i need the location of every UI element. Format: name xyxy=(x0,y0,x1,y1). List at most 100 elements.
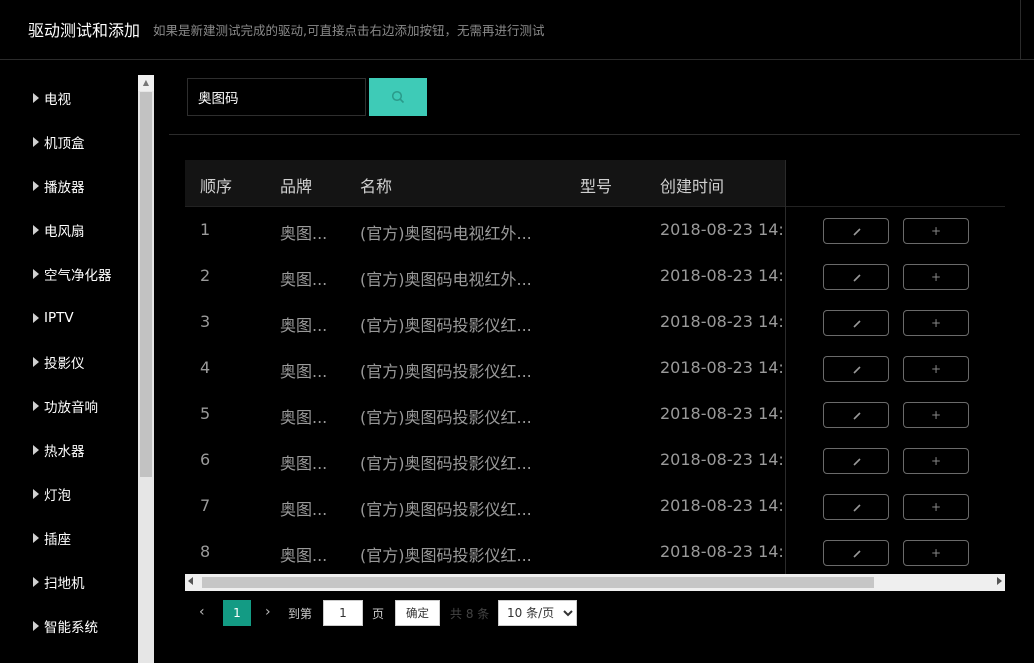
sidebar-item-label: 灯泡 xyxy=(44,488,71,504)
cell-brand: 奥图... xyxy=(280,270,328,289)
search-icon xyxy=(391,90,405,104)
sidebar-item-label: 投影仪 xyxy=(44,356,85,372)
caret-right-icon xyxy=(33,93,39,103)
search-button[interactable] xyxy=(369,78,427,116)
total-count: 共 8 条 xyxy=(450,607,490,621)
add-button[interactable]: + xyxy=(903,402,969,428)
page-size-select[interactable]: 10 条/页 xyxy=(498,600,577,626)
cell-created: 2018-08-23 14:3 xyxy=(660,404,794,423)
column-header-model: 型号 xyxy=(580,177,613,196)
scroll-right-icon[interactable] xyxy=(997,577,1002,585)
page-subtitle: 如果是新建测试完成的驱动,可直接点击右边添加按钮，无需再进行测试 xyxy=(153,23,545,38)
column-header-seq: 顺序 xyxy=(200,177,233,196)
edit-button[interactable] xyxy=(823,356,889,382)
actions-column: + + + + + + + + xyxy=(785,160,1005,574)
cell-name: (官方)奥图码投影仪红... xyxy=(360,546,532,565)
goto-page-input[interactable] xyxy=(323,600,363,626)
cell-seq: 5 xyxy=(200,404,211,423)
cell-brand: 奥图... xyxy=(280,362,328,381)
sidebar-item-fan[interactable]: 电风扇 xyxy=(33,220,85,240)
cell-seq: 6 xyxy=(200,450,211,469)
actions-header xyxy=(786,160,1005,207)
confirm-page-button[interactable]: 确定 xyxy=(395,600,440,626)
cell-name: (官方)奥图码投影仪红... xyxy=(360,316,532,335)
pencil-icon xyxy=(853,320,861,328)
edit-button[interactable] xyxy=(823,264,889,290)
add-button[interactable]: + xyxy=(903,540,969,566)
main-panel: 顺序 品牌 名称 型号 创建时间 1 奥图... (官方)奥图码电视红外... … xyxy=(169,61,1020,663)
next-page-button[interactable]: › xyxy=(265,604,271,620)
edit-button[interactable] xyxy=(823,494,889,520)
sidebar-item-label: 电风扇 xyxy=(44,224,85,240)
sidebar-item-label: 扫地机 xyxy=(44,576,85,592)
caret-right-icon xyxy=(33,137,39,147)
cell-name: (官方)奥图码投影仪红... xyxy=(360,362,532,381)
search-input[interactable] xyxy=(187,78,366,116)
add-button[interactable]: + xyxy=(903,264,969,290)
cell-created: 2018-08-23 14:3 xyxy=(660,496,794,515)
sidebar-item-label: 插座 xyxy=(44,532,71,548)
sidebar-item-label: 热水器 xyxy=(44,444,85,460)
table-horizontal-scrollbar[interactable] xyxy=(185,574,1005,591)
add-button[interactable]: + xyxy=(903,218,969,244)
sidebar-item-smart-system[interactable]: 智能系统 xyxy=(33,616,98,636)
sidebar-item-label: 机顶盒 xyxy=(44,136,85,152)
divider xyxy=(169,134,1020,135)
sidebar-item-projector[interactable]: 投影仪 xyxy=(33,352,85,372)
sidebar-item-light-bulb[interactable]: 灯泡 xyxy=(33,484,71,504)
sidebar-item-air-purifier[interactable]: 空气净化器 xyxy=(33,264,112,284)
pagination: ‹ 1 › 到第 页 确定 共 8 条 10 条/页 xyxy=(185,600,1005,626)
sidebar: 电视 机顶盒 播放器 电风扇 空气净化器 IPTV 投影仪 功放音响 热水器 灯… xyxy=(0,61,155,663)
scroll-up-icon[interactable]: ▲ xyxy=(138,75,154,91)
sidebar-item-tv[interactable]: 电视 xyxy=(33,88,71,108)
caret-right-icon xyxy=(33,489,39,499)
sidebar-item-player[interactable]: 播放器 xyxy=(33,176,85,196)
add-button[interactable]: + xyxy=(903,448,969,474)
table-scroll-thumb[interactable] xyxy=(202,577,874,588)
edit-button[interactable] xyxy=(823,310,889,336)
add-button[interactable]: + xyxy=(903,356,969,382)
cell-name: (官方)奥图码投影仪红... xyxy=(360,408,532,427)
sidebar-item-socket[interactable]: 插座 xyxy=(33,528,71,548)
add-button[interactable]: + xyxy=(903,494,969,520)
cell-name: (官方)奥图码投影仪红... xyxy=(360,500,532,519)
pencil-icon xyxy=(853,366,861,374)
cell-created: 2018-08-23 14:3 xyxy=(660,358,794,377)
cell-created: 2018-08-23 14:3 xyxy=(660,312,794,331)
cell-brand: 奥图... xyxy=(280,546,328,565)
driver-table: 顺序 品牌 名称 型号 创建时间 1 奥图... (官方)奥图码电视红外... … xyxy=(185,160,1005,574)
caret-right-icon xyxy=(33,181,39,191)
cell-seq: 7 xyxy=(200,496,211,515)
edit-button[interactable] xyxy=(823,218,889,244)
edit-button[interactable] xyxy=(823,402,889,428)
sidebar-item-label: 智能系统 xyxy=(44,620,98,636)
cell-name: (官方)奥图码电视红外... xyxy=(360,224,532,243)
sidebar-item-set-top-box[interactable]: 机顶盒 xyxy=(33,132,85,152)
sidebar-scroll-thumb[interactable] xyxy=(140,92,152,477)
page-1-button[interactable]: 1 xyxy=(223,600,251,626)
edit-button[interactable] xyxy=(823,540,889,566)
sidebar-item-label: 空气净化器 xyxy=(44,268,112,284)
scroll-left-icon[interactable] xyxy=(188,577,193,585)
pencil-icon xyxy=(853,550,861,558)
sidebar-item-robot-vacuum[interactable]: 扫地机 xyxy=(33,572,85,592)
page-unit-label: 页 xyxy=(372,607,385,621)
caret-right-icon xyxy=(33,621,39,631)
edit-button[interactable] xyxy=(823,448,889,474)
caret-right-icon xyxy=(33,401,39,411)
goto-label: 到第 xyxy=(288,607,313,621)
sidebar-item-water-heater[interactable]: 热水器 xyxy=(33,440,85,460)
sidebar-item-label: 功放音响 xyxy=(44,400,98,416)
column-header-created: 创建时间 xyxy=(660,177,725,196)
cell-name: (官方)奥图码电视红外... xyxy=(360,270,532,289)
sidebar-item-label: IPTV xyxy=(44,310,74,326)
cell-brand: 奥图... xyxy=(280,454,328,473)
sidebar-item-amplifier[interactable]: 功放音响 xyxy=(33,396,98,416)
sidebar-scrollbar[interactable]: ▲ xyxy=(138,75,154,663)
add-button[interactable]: + xyxy=(903,310,969,336)
caret-right-icon xyxy=(33,577,39,587)
pencil-icon xyxy=(853,458,861,466)
prev-page-button[interactable]: ‹ xyxy=(199,604,205,620)
sidebar-item-iptv[interactable]: IPTV xyxy=(33,308,74,328)
cell-created: 2018-08-23 14:3 xyxy=(660,266,794,285)
